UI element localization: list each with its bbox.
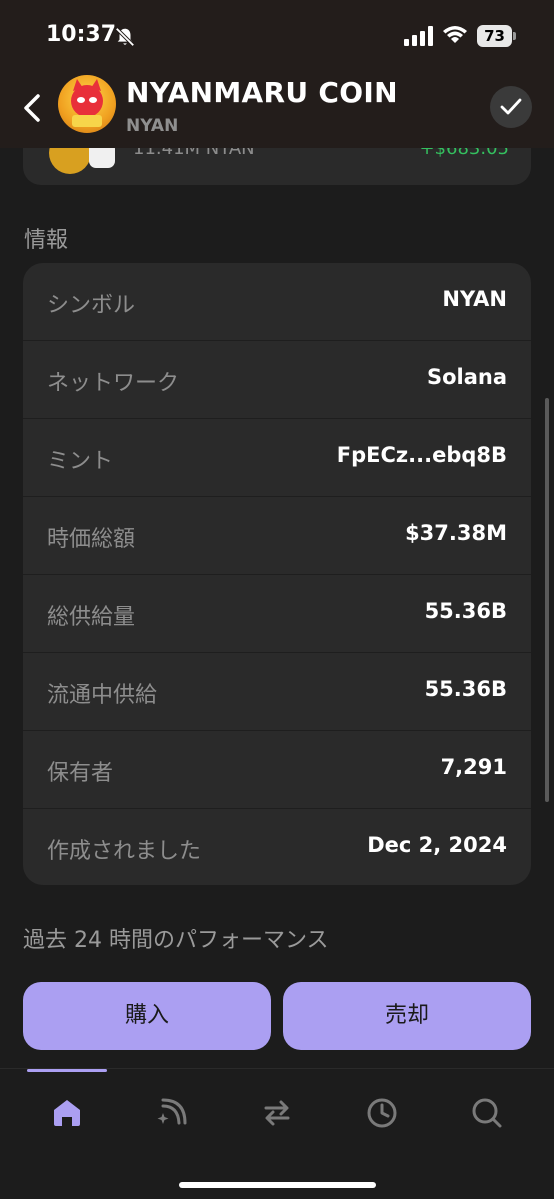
token-ticker: NYAN (126, 116, 179, 136)
status-time: 10:37 (46, 22, 117, 47)
scrollbar[interactable] (545, 398, 549, 802)
history-icon (367, 1098, 397, 1128)
feed-icon (157, 1098, 187, 1125)
mint-address[interactable]: FpECz...ebq8B (337, 443, 507, 467)
signal-icon (404, 26, 433, 46)
active-tab-indicator (27, 1069, 107, 1072)
battery-level: 73 (484, 27, 505, 45)
info-value: NYAN (442, 287, 507, 311)
home-icon (54, 1100, 80, 1126)
info-value: 7,291 (440, 755, 507, 779)
info-value: Solana (426, 365, 507, 389)
info-value: $37.38M (405, 521, 507, 545)
info-row-network: ネットワーク Solana (23, 341, 531, 419)
wifi-icon (443, 26, 467, 43)
check-button[interactable] (490, 86, 532, 128)
nav-search[interactable] (465, 1091, 509, 1135)
info-value: Dec 2, 2024 (367, 833, 507, 857)
token-header: NYANMARU COIN NYAN (0, 70, 554, 148)
info-value: 55.36B (424, 599, 507, 623)
performance-section-title: 過去 24 時間のパフォーマンス (23, 928, 329, 953)
nav-home[interactable] (45, 1091, 89, 1135)
status-bar: 10:37 73 (0, 0, 554, 70)
info-row-circulating-supply: 流通中供給 55.36B (23, 653, 531, 731)
coin-avatar (58, 75, 116, 133)
search-icon (472, 1098, 502, 1128)
info-row-total-supply: 総供給量 55.36B (23, 575, 531, 653)
info-label: ミント (47, 449, 114, 474)
info-section-title: 情報 (24, 228, 69, 253)
info-label: 保有者 (47, 761, 114, 786)
swap-icon (264, 1100, 290, 1126)
info-row-holders: 保有者 7,291 (23, 731, 531, 809)
sell-button[interactable]: 売却 (283, 982, 531, 1050)
home-indicator (179, 1182, 376, 1188)
info-label: 作成されました (47, 839, 202, 864)
nav-swap[interactable] (255, 1091, 299, 1135)
nav-history[interactable] (360, 1091, 404, 1135)
info-row-market-cap: 時価総額 $37.38M (23, 497, 531, 575)
info-label: シンボル (47, 293, 136, 318)
info-label: 総供給量 (47, 605, 136, 630)
back-icon[interactable] (18, 88, 50, 128)
battery-icon: 73 (477, 25, 517, 47)
check-icon (500, 98, 522, 115)
info-card: シンボル NYAN ネットワーク Solana ミント FpECz...ebq8… (23, 263, 531, 885)
bottom-nav (0, 1068, 554, 1199)
buy-button[interactable]: 購入 (23, 982, 271, 1050)
info-label: ネットワーク (47, 371, 180, 396)
info-label: 時価総額 (47, 527, 136, 552)
token-title: NYANMARU COIN (126, 76, 398, 109)
nav-feed[interactable] (150, 1091, 194, 1135)
info-row-created: 作成されました Dec 2, 2024 (23, 809, 531, 885)
info-value: 55.36B (424, 677, 507, 701)
info-row-mint[interactable]: ミント FpECz...ebq8B (23, 419, 531, 497)
info-label: 流通中供給 (47, 683, 158, 708)
bell-off-icon (115, 27, 135, 47)
info-row-symbol: シンボル NYAN (23, 263, 531, 341)
